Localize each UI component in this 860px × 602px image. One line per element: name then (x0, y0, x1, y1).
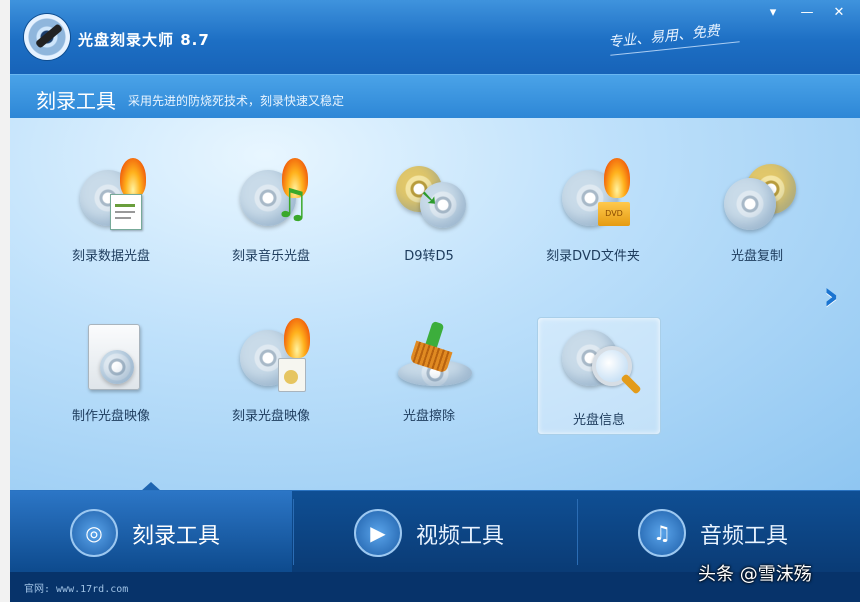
next-page-arrow-icon[interactable]: › (816, 274, 846, 318)
tab-label: 视频工具 (416, 524, 505, 549)
tool-label: 刻录光盘映像 (231, 409, 310, 424)
tool-burn-data-disc[interactable]: 刻录数据光盘 (50, 154, 172, 270)
tool-label: 光盘信息 (572, 413, 625, 428)
section-header: 刻录工具 采用先进的防烧死技术，刻录快速又稳定 (10, 74, 860, 120)
tool-burn-dvd-folder[interactable]: DVD 刻录DVD文件夹 (532, 154, 654, 270)
tool-label: 刻录DVD文件夹 (546, 249, 640, 264)
tool-disc-erase[interactable]: 光盘擦除 (368, 314, 490, 430)
app-title: 光盘刻录大师 8.7 (78, 31, 210, 49)
tool-label: 刻录数据光盘 (71, 249, 150, 264)
burn-disc-image-icon (240, 318, 310, 392)
tool-label: 刻录音乐光盘 (231, 249, 310, 264)
section-description: 采用先进的防烧死技术，刻录快速又稳定 (128, 94, 345, 108)
d9-to-d5-icon: ➘ (396, 164, 466, 228)
film-icon: ▶ (354, 509, 402, 557)
burn-data-disc-icon (80, 158, 146, 230)
tool-label: 光盘擦除 (402, 409, 455, 424)
tool-disc-info[interactable]: 光盘信息 (537, 317, 661, 435)
make-disc-image-icon (80, 324, 142, 390)
dvd-badge: DVD (598, 202, 630, 226)
watermark-text: 头条 @雪沫殇 (698, 564, 812, 585)
disc-icon: ◎ (70, 509, 118, 557)
tab-burn-tools[interactable]: ◎ 刻录工具 (10, 491, 292, 573)
disc-erase-icon (398, 320, 472, 386)
title-bar: 光盘刻录大师 8.7 专业、易用、免费 ▾ — ✕ (10, 0, 860, 74)
tool-label: D9转D5 (404, 249, 454, 264)
burn-dvd-folder-icon: DVD (562, 158, 630, 226)
close-button[interactable]: ✕ (828, 4, 850, 22)
tab-label: 刻录工具 (132, 524, 221, 549)
minimize-button[interactable]: — (796, 4, 818, 22)
tab-video-tools[interactable]: ▶ 视频工具 (294, 491, 576, 573)
disc-copy-icon (724, 164, 796, 230)
tool-burn-disc-image[interactable]: 刻录光盘映像 (210, 314, 332, 430)
official-site-link[interactable]: 官网: www.17rd.com (24, 580, 128, 595)
tool-d9-to-d5[interactable]: ➘ D9转D5 (368, 154, 490, 270)
section-title: 刻录工具 (36, 89, 116, 113)
app-slogan: 专业、易用、免费 (607, 23, 721, 51)
menu-dropdown-button[interactable]: ▾ (762, 4, 784, 22)
tool-label: 制作光盘映像 (71, 409, 150, 424)
burn-music-disc-icon: ♫ (240, 158, 310, 226)
app-window: 光盘刻录大师 8.7 专业、易用、免费 ▾ — ✕ 刻录工具 采用先进的防烧死技… (10, 0, 860, 602)
tool-burn-music-disc[interactable]: ♫ 刻录音乐光盘 (210, 154, 332, 270)
tool-label: 光盘复制 (730, 249, 783, 264)
music-note-icon: ♫ (638, 509, 686, 557)
tool-make-disc-image[interactable]: 制作光盘映像 (50, 314, 172, 430)
disc-info-icon (562, 328, 642, 395)
tools-panel: 刻录数据光盘 ♫ 刻录音乐光盘 ➘ D9转D5 DVD 刻录DVD文件夹 光盘复… (10, 118, 860, 490)
tab-label: 音频工具 (700, 524, 789, 549)
tool-disc-copy[interactable]: 光盘复制 (696, 154, 818, 270)
